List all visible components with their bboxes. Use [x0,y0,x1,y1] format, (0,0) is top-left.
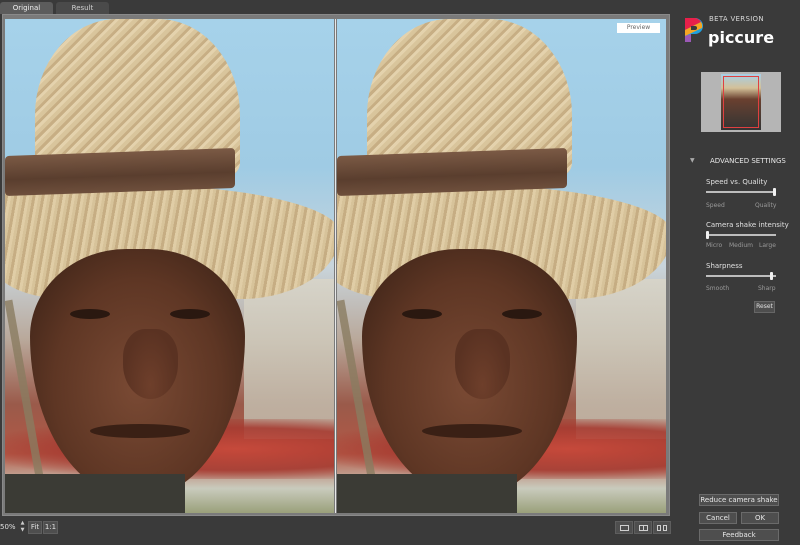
speed-quality-label: Speed vs. Quality [706,178,768,186]
beta-version-label: BETA VERSION [709,15,764,23]
slider-tick-label: Micro [706,242,723,249]
sharpness-label: Sharpness [706,262,743,270]
slider-tick-label: Large [759,242,776,249]
sharpness-slider[interactable] [706,272,776,280]
side-by-side-view-button[interactable] [653,521,671,534]
ok-button[interactable]: OK [741,512,779,524]
reset-button[interactable]: Reset [754,301,775,313]
piccure-logo-icon [685,18,703,42]
actual-size-button[interactable]: 1:1 [43,521,58,534]
side-by-side-icon [657,525,661,531]
reduce-camera-shake-button[interactable]: Reduce camera shake [699,494,779,506]
slider-tick-label: Speed [706,202,725,209]
split-divider[interactable] [335,19,336,513]
zoom-stepper-icon[interactable]: ▲ ▼ [19,520,26,534]
result-image-pane[interactable]: Preview [337,19,666,513]
slider-tick-label: Quality [755,202,777,209]
slider-handle[interactable] [770,272,773,280]
slider-handle[interactable] [773,188,776,196]
camera-shake-label: Camera shake intensity [706,221,789,229]
zoom-level[interactable]: 50% [0,523,16,531]
brand-name: piccure [708,28,775,47]
navigator-viewport[interactable] [723,76,759,128]
navigator-thumbnail[interactable] [701,72,781,132]
single-view-button[interactable] [615,521,633,534]
fit-button[interactable]: Fit [28,521,42,534]
split-view-icon [639,525,648,531]
collapse-arrow-icon[interactable]: ▼ [690,157,695,164]
slider-tick-label: Medium [729,242,753,249]
feedback-button[interactable]: Feedback [699,529,779,541]
tab-bar: Original Result [0,0,680,14]
preview-badge: Preview [617,23,660,33]
tab-result[interactable]: Result [56,2,109,14]
slider-tick-label: Sharp [758,285,776,292]
preview-area: Preview [2,14,670,516]
cancel-button[interactable]: Cancel [699,512,737,524]
slider-tick-label: Smooth [706,285,730,292]
split-view-button[interactable] [634,521,652,534]
advanced-settings-title[interactable]: ADVANCED SETTINGS [710,157,786,165]
single-view-icon [620,525,629,531]
camera-shake-slider[interactable] [706,231,776,239]
slider-handle[interactable] [706,231,709,239]
original-image-pane[interactable] [5,19,334,513]
tab-original[interactable]: Original [0,2,53,14]
speed-quality-slider[interactable] [706,188,776,196]
